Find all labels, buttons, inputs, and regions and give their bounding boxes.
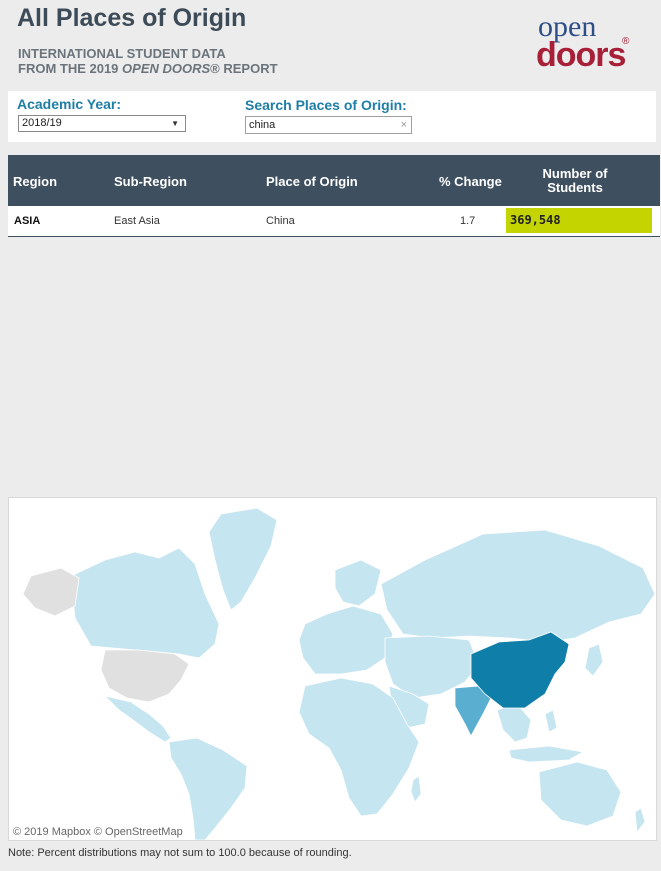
australia-shape [538, 761, 622, 827]
south-america-shape [168, 737, 248, 840]
cell-pct-change: 1.7 [460, 215, 476, 227]
usa-shape [100, 649, 190, 703]
japan-shape [584, 643, 604, 677]
new-zealand-shape [634, 807, 646, 834]
academic-year-dropdown[interactable]: 2018/19 ▼ [18, 115, 186, 132]
alaska-shape [22, 567, 80, 617]
search-value: china [249, 119, 276, 131]
cell-students-bar: 369,548 [506, 208, 652, 233]
subtitle-line-1: INTERNATIONAL STUDENT DATA [18, 46, 226, 61]
cell-region: ASIA [14, 215, 41, 227]
cell-place: China [266, 215, 295, 227]
header-region[interactable]: Region [13, 174, 57, 189]
header-number-of-students[interactable]: Number of Students [540, 167, 610, 195]
logo-doors-text: doors [536, 36, 626, 74]
page-subtitle: INTERNATIONAL STUDENT DATA FROM THE 2019… [18, 46, 278, 76]
southeast-asia-shape [496, 703, 532, 743]
dropdown-arrow-icon: ▼ [171, 119, 179, 128]
mexico-shape [103, 695, 172, 743]
map-canvas [22, 507, 656, 840]
open-doors-logo: open ® doors [536, 10, 636, 74]
philippines-shape [544, 709, 558, 733]
search-places-input[interactable]: china × [245, 116, 412, 134]
russia-shape [380, 529, 656, 643]
canada-shape [70, 547, 220, 659]
table-row[interactable]: ASIA East Asia China 1.7 369,548 [8, 206, 660, 237]
filter-panel: Academic Year: 2018/19 ▼ Search Places o… [8, 91, 656, 142]
footnote: Note: Percent distributions may not sum … [8, 847, 352, 859]
page-title: All Places of Origin [17, 4, 247, 32]
places-table: Region Sub-Region Place of Origin % Chan… [8, 155, 660, 237]
indonesia-shape [508, 745, 585, 763]
academic-year-value: 2018/19 [22, 117, 62, 129]
header-pct-change[interactable]: % Change [439, 174, 502, 189]
subtitle-line-2: FROM THE 2019 OPEN DOORS® REPORT [18, 61, 278, 76]
clear-search-icon[interactable]: × [401, 117, 407, 133]
table-header: Region Sub-Region Place of Origin % Chan… [8, 155, 660, 206]
academic-year-label: Academic Year: [17, 96, 122, 112]
cell-sub-region: East Asia [114, 215, 160, 227]
madagascar-shape [410, 775, 422, 803]
map-attribution[interactable]: © 2019 Mapbox © OpenStreetMap [13, 826, 183, 838]
greenland-shape [208, 507, 278, 611]
europe-shape [298, 605, 394, 675]
search-places-label: Search Places of Origin: [245, 97, 407, 113]
scandinavia-shape [334, 559, 382, 607]
header-sub-region[interactable]: Sub-Region [114, 174, 187, 189]
world-map[interactable]: © 2019 Mapbox © OpenStreetMap [8, 497, 657, 841]
cell-students: 369,548 [510, 213, 561, 227]
header-place-of-origin[interactable]: Place of Origin [266, 174, 358, 189]
